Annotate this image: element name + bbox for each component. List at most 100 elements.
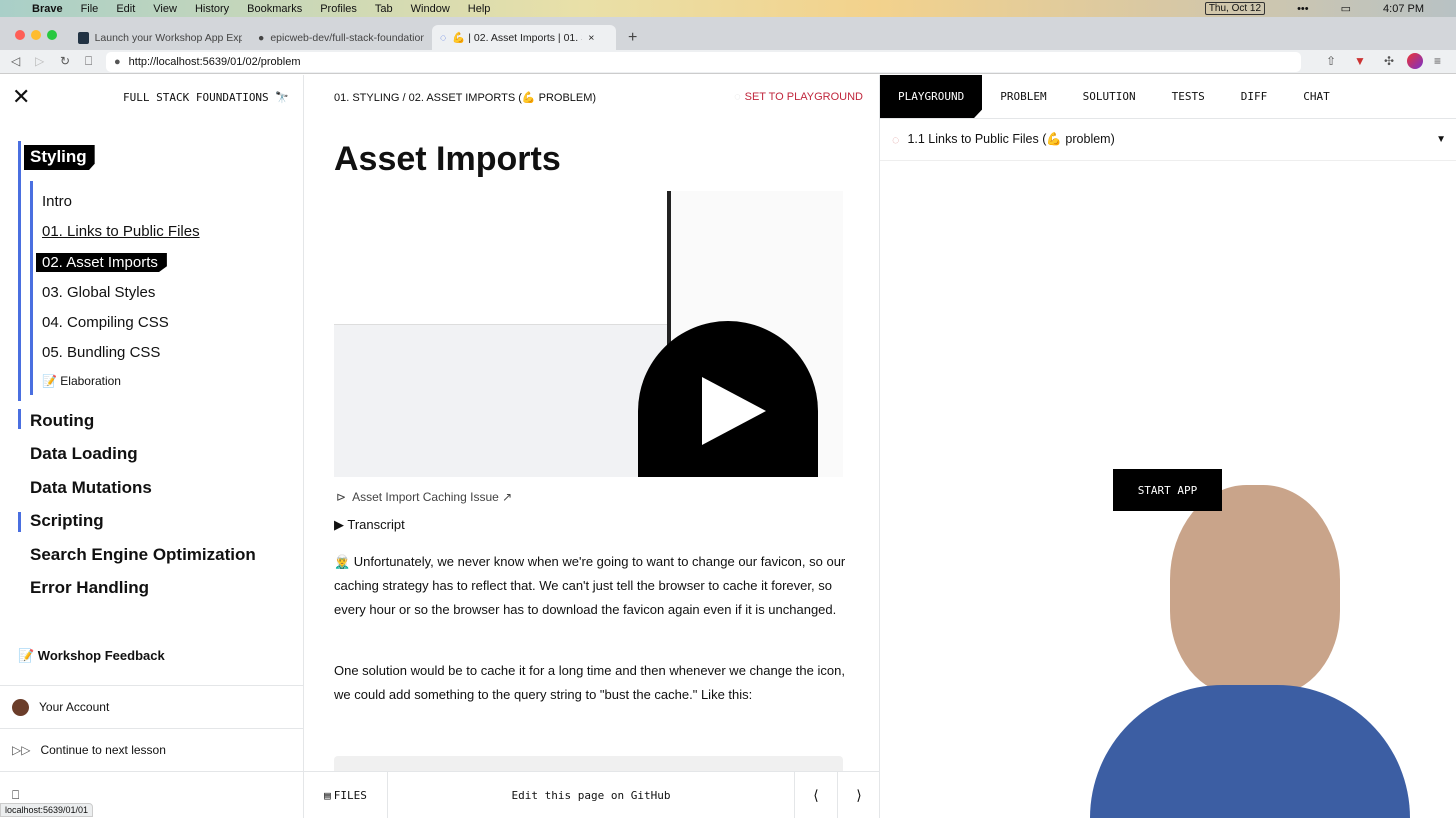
- section-styling[interactable]: Styling: [24, 145, 95, 170]
- url-input[interactable]: ● http://localhost:5639/01/02/problem: [106, 52, 1301, 72]
- menu-view[interactable]: View: [153, 3, 177, 15]
- tab-playground[interactable]: PLAYGROUND: [880, 75, 983, 118]
- loading-icon: ◌: [892, 132, 900, 147]
- lesson-progress-bar: [30, 181, 33, 395]
- book-icon[interactable]: ⎕: [12, 788, 19, 803]
- close-tab-icon[interactable]: ×: [588, 32, 594, 44]
- menu-bookmarks[interactable]: Bookmarks: [247, 3, 302, 15]
- sidebar: ✕ FULL STACK FOUNDATIONS 🔭 Styling Intro…: [0, 75, 304, 818]
- playground-panel: PLAYGROUND PROBLEM SOLUTION TESTS DIFF C…: [880, 75, 1456, 818]
- brave-shields-icon[interactable]: ▼: [1354, 54, 1366, 68]
- set-to-playground-button[interactable]: ◌ SET TO PLAYGROUND: [734, 91, 863, 103]
- menu-history[interactable]: History: [195, 3, 229, 15]
- video-player[interactable]: [334, 191, 843, 477]
- new-tab-button[interactable]: +: [620, 25, 645, 50]
- menu-icon[interactable]: ≡: [1434, 54, 1441, 68]
- extensions-icon[interactable]: ✣: [1384, 54, 1394, 68]
- edit-on-github-link[interactable]: Edit this page on GitHub: [388, 789, 794, 802]
- section-data-mutations[interactable]: Data Mutations: [30, 478, 152, 498]
- tab-title: epicweb-dev/full-stack-foundations: [270, 31, 424, 44]
- presenter-head: [1170, 485, 1340, 695]
- play-icon: [702, 377, 766, 445]
- browser-tab[interactable]: Launch your Workshop App Experie: [70, 25, 250, 50]
- tab-tests[interactable]: TESTS: [1154, 75, 1223, 118]
- progress-bar: [18, 409, 21, 429]
- section-error-handling[interactable]: Error Handling: [30, 578, 149, 598]
- menu-help[interactable]: Help: [468, 3, 491, 15]
- info-icon: ●: [114, 56, 121, 68]
- app-select-label: 1.1 Links to Public Files (💪 problem): [907, 132, 1115, 146]
- clock[interactable]: 4:07 PM: [1383, 3, 1424, 15]
- menu-edit[interactable]: Edit: [116, 3, 135, 15]
- page-title: Asset Imports: [334, 140, 561, 178]
- browser-tab-active[interactable]: ◌ 💪 | 02. Asset Imports | 01. Sty ×: [432, 25, 616, 50]
- breadcrumb[interactable]: 01. STYLING / 02. ASSET IMPORTS (💪 PROBL…: [334, 91, 596, 104]
- forward-icon[interactable]: ▷: [35, 54, 44, 68]
- tab-solution[interactable]: SOLUTION: [1065, 75, 1154, 118]
- close-window-button[interactable]: [15, 30, 25, 40]
- next-button[interactable]: ⟩: [837, 772, 879, 818]
- menu-window[interactable]: Window: [411, 3, 450, 15]
- transcript-toggle[interactable]: ▶ Transcript: [334, 517, 405, 533]
- menu-app[interactable]: Brave: [32, 3, 63, 15]
- back-icon[interactable]: ◁: [11, 54, 20, 68]
- more-icon[interactable]: •••: [1297, 3, 1309, 15]
- menu-tab[interactable]: Tab: [375, 3, 393, 15]
- presenter-shirt: [1090, 685, 1410, 818]
- avatar: [12, 698, 29, 716]
- paragraph: 🧝‍♂️ Unfortunately, we never know when w…: [334, 554, 846, 617]
- progress-bar: [18, 141, 21, 401]
- video-thumbnail-devtools: [334, 325, 667, 477]
- status-url: localhost:5639/01/01: [0, 803, 94, 817]
- account-label: Your Account: [39, 700, 110, 714]
- tab-chat[interactable]: CHAT: [1285, 75, 1348, 118]
- lesson-bundling-css[interactable]: 05. Bundling CSS: [42, 344, 160, 361]
- lesson-asset-imports[interactable]: 02. Asset Imports: [36, 253, 167, 272]
- url-text: http://localhost:5639/01/02/problem: [128, 56, 301, 68]
- paragraph: One solution would be to cache it for a …: [334, 663, 845, 702]
- video-link-label: Asset Import Caching Issue ↗: [352, 490, 513, 504]
- set-to-playground-label: SET TO PLAYGROUND: [744, 91, 863, 103]
- lesson-intro[interactable]: Intro: [42, 193, 72, 210]
- menu-profiles[interactable]: Profiles: [320, 3, 357, 15]
- menu-file[interactable]: File: [81, 3, 99, 15]
- app-select[interactable]: ◌ 1.1 Links to Public Files (💪 problem) …: [880, 119, 1456, 161]
- chevron-down-icon: ▼: [1436, 134, 1446, 145]
- your-account-link[interactable]: Your Account: [0, 685, 303, 728]
- address-bar-row: ◁ ▷ ↻ ⎕ ● http://localhost:5639/01/02/pro…: [0, 50, 1456, 74]
- lesson-compiling-css[interactable]: 04. Compiling CSS: [42, 314, 169, 331]
- reload-icon[interactable]: ↻: [60, 54, 70, 68]
- section-data-loading[interactable]: Data Loading: [30, 444, 138, 464]
- lesson-links-to-public-files[interactable]: 01. Links to Public Files: [42, 223, 200, 240]
- start-app-button[interactable]: START APP: [1113, 469, 1222, 511]
- browser-tab[interactable]: ● epicweb-dev/full-stack-foundations: [250, 25, 432, 50]
- tab-diff[interactable]: DIFF: [1223, 75, 1286, 118]
- lesson-elaboration[interactable]: 📝 Elaboration: [42, 374, 121, 388]
- tab-problem[interactable]: PROBLEM: [982, 75, 1064, 118]
- video-icon: ⊳: [336, 490, 347, 504]
- continue-next-lesson-link[interactable]: ▷▷ Continue to next lesson: [0, 728, 303, 771]
- date[interactable]: Thu, Oct 12: [1204, 2, 1266, 15]
- minimize-window-button[interactable]: [31, 30, 41, 40]
- favicon-icon: [78, 31, 89, 44]
- section-scripting[interactable]: Scripting: [30, 511, 104, 531]
- previous-button[interactable]: ⟨: [794, 772, 837, 818]
- workshop-feedback-link[interactable]: 📝 Workshop Feedback: [18, 648, 165, 664]
- workshop-title[interactable]: FULL STACK FOUNDATIONS 🔭: [123, 91, 289, 104]
- section-routing[interactable]: Routing: [30, 411, 94, 431]
- main-footer: ▤ FILES Edit this page on GitHub ⟨ ⟩: [304, 771, 879, 818]
- bookmark-icon[interactable]: ⎕: [85, 54, 92, 69]
- loading-icon: ◌: [734, 91, 741, 103]
- macos-menubar: Brave File Edit View History Bookmarks P…: [0, 0, 1456, 17]
- profile-avatar[interactable]: [1407, 53, 1423, 69]
- video-link[interactable]: ⊳ Asset Import Caching Issue ↗: [336, 490, 512, 504]
- files-button[interactable]: ▤ FILES: [304, 772, 388, 818]
- tab-title: Launch your Workshop App Experie: [94, 31, 242, 44]
- control-center-icon[interactable]: ▭: [1341, 2, 1351, 15]
- share-icon[interactable]: ⇧: [1326, 54, 1336, 68]
- close-icon[interactable]: ✕: [12, 84, 30, 110]
- section-seo[interactable]: Search Engine Optimization: [30, 545, 256, 565]
- lesson-global-styles[interactable]: 03. Global Styles: [42, 284, 155, 301]
- continue-label: Continue to next lesson: [40, 743, 166, 757]
- zoom-window-button[interactable]: [47, 30, 57, 40]
